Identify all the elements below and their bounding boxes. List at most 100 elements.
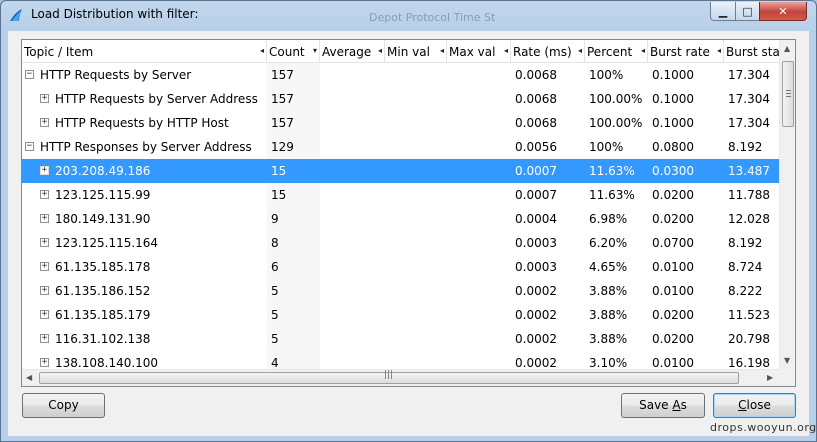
cell-burst-start: 17.304: [728, 92, 770, 106]
cell-count: 157: [271, 92, 294, 106]
save-as-mnemonic: A: [672, 398, 681, 412]
cell-rate: 0.0068: [515, 68, 557, 82]
sort-indicator-icon: ◂: [439, 46, 444, 55]
table-row[interactable]: +61.135.186.152 5 0.0002 3.88% 0.0100 8.222: [22, 279, 779, 303]
column-header-percent[interactable]: Percent ◂: [585, 40, 648, 62]
column-header-label: Rate (ms): [513, 45, 572, 59]
expand-icon[interactable]: +: [40, 334, 49, 343]
cell-burst-start: 12.028: [728, 212, 770, 226]
cell-max: [451, 303, 511, 327]
cell-min: [389, 255, 447, 279]
stats-tree-table[interactable]: Topic / Item ◂ Count ▾ Average ◂ Min val ◂ Max v…: [21, 39, 796, 387]
wireshark-fin-icon: [10, 9, 22, 21]
close-window-button[interactable]: ✕: [759, 2, 807, 21]
cell-min: [389, 327, 447, 351]
scroll-left-arrow-icon[interactable]: ◀: [26, 373, 32, 382]
cell-count: 15: [271, 188, 287, 202]
horizontal-scrollbar[interactable]: ◀ ||| ▶: [22, 369, 779, 386]
table-row[interactable]: +123.125.115.99 15 0.0007 11.63% 0.0200 11.78…: [22, 183, 779, 207]
table-row[interactable]: +116.31.102.138 5 0.0002 3.88% 0.0200 20.798: [22, 327, 779, 351]
cell-percent: 6.98%: [589, 212, 628, 226]
cell-max: [451, 87, 511, 111]
save-as-button[interactable]: Save As: [621, 393, 705, 418]
expand-icon[interactable]: +: [40, 310, 49, 319]
cell-max: [451, 327, 511, 351]
cell-count: 157: [271, 68, 294, 82]
column-header-burst-start[interactable]: Burst start: [724, 40, 784, 62]
vertical-scroll-thumb[interactable]: [782, 61, 794, 127]
cell-percent: 3.88%: [589, 308, 628, 322]
cell-count: 9: [271, 212, 279, 226]
cell-average: [324, 327, 385, 351]
expand-icon[interactable]: +: [40, 358, 49, 367]
close-button[interactable]: Close: [713, 393, 796, 418]
table-row[interactable]: + HTTP Requests by HTTP Host 157 0.0068 100.…: [22, 111, 779, 135]
column-header-label: Percent: [587, 45, 633, 59]
cell-average: [324, 231, 385, 255]
cell-topic: HTTP Requests by Server: [40, 68, 192, 82]
horizontal-scroll-thumb[interactable]: |||: [39, 370, 739, 384]
column-header-max[interactable]: Max val ◂: [447, 40, 511, 62]
table-row[interactable]: − HTTP Requests by Server 157 0.0068 100% 0.1…: [22, 63, 779, 87]
cell-burst-start: 17.304: [728, 68, 770, 82]
minimize-icon: ▁: [718, 4, 728, 18]
cell-burst-rate: 0.1000: [652, 92, 694, 106]
cell-burst-rate: 0.0800: [652, 140, 694, 154]
window-title: Load Distribution with filter:: [31, 7, 199, 21]
sort-indicator-icon: ◂: [377, 46, 382, 55]
column-header-burst-rate[interactable]: Burst rate ◂: [648, 40, 724, 62]
table-row[interactable]: +123.125.115.164 8 0.0003 6.20% 0.0700 8.192: [22, 231, 779, 255]
cell-average: [324, 183, 385, 207]
sort-indicator-icon: ◂: [640, 46, 645, 55]
expand-icon[interactable]: +: [40, 238, 49, 247]
table-row[interactable]: + HTTP Requests by Server Address 157 0.006…: [22, 87, 779, 111]
expand-icon[interactable]: +: [40, 94, 49, 103]
table-row[interactable]: − HTTP Responses by Server Address 129 0.00…: [22, 135, 779, 159]
title-bar[interactable]: Load Distribution with filter: Depot Pro…: [1, 1, 816, 31]
cell-burst-start: 17.304: [728, 116, 770, 130]
cell-count: 15: [271, 164, 287, 178]
expand-icon[interactable]: +: [40, 214, 49, 223]
column-header-min[interactable]: Min val ◂: [385, 40, 447, 62]
collapse-icon[interactable]: −: [25, 142, 34, 151]
table-row[interactable]: +180.149.131.90 9 0.0004 6.98% 0.0200 12.028: [22, 207, 779, 231]
vertical-scrollbar[interactable]: ▲ ▼: [779, 40, 795, 369]
expand-icon[interactable]: +: [40, 286, 49, 295]
scroll-down-arrow-icon[interactable]: ▼: [784, 356, 790, 365]
copy-button[interactable]: Copy: [22, 393, 105, 418]
sort-indicator-icon: ◂: [503, 46, 508, 55]
table-row[interactable]: +61.135.185.179 5 0.0002 3.88% 0.0200 11.523: [22, 303, 779, 327]
cell-average: [324, 303, 385, 327]
column-header-rate[interactable]: Rate (ms) ◂: [511, 40, 585, 62]
cell-burst-rate: 0.0700: [652, 236, 694, 250]
column-header-topic[interactable]: Topic / Item ◂: [22, 40, 267, 62]
cell-burst-rate: 0.0300: [652, 164, 694, 178]
cell-percent: 11.63%: [589, 188, 635, 202]
minimize-button[interactable]: ▁: [710, 2, 736, 21]
maximize-button[interactable]: □: [735, 2, 760, 21]
collapse-icon[interactable]: −: [25, 70, 34, 79]
cell-percent: 3.88%: [589, 284, 628, 298]
cell-min: [389, 231, 447, 255]
cell-burst-start: 11.788: [728, 188, 770, 202]
column-header-label: Topic / Item: [24, 45, 94, 59]
expand-icon[interactable]: +: [40, 166, 49, 175]
table-row[interactable]: +203.208.49.186 15 0.0007 11.63% 0.0300 13.48…: [22, 159, 779, 183]
expand-icon[interactable]: +: [40, 118, 49, 127]
column-header-average[interactable]: Average ◂: [320, 40, 385, 62]
cell-max: [451, 111, 511, 135]
cell-count: 157: [271, 116, 294, 130]
cell-min: [389, 303, 447, 327]
table-row[interactable]: +61.135.185.178 6 0.0003 4.65% 0.0100 8.724: [22, 255, 779, 279]
scroll-up-arrow-icon[interactable]: ▲: [784, 44, 790, 53]
expand-icon[interactable]: +: [40, 262, 49, 271]
expand-icon[interactable]: +: [40, 190, 49, 199]
close-icon: ✕: [778, 4, 788, 18]
cell-rate: 0.0004: [515, 212, 557, 226]
cell-topic: 61.135.186.152: [55, 284, 151, 298]
cell-count: 8: [271, 236, 279, 250]
column-header-count[interactable]: Count ▾: [267, 40, 320, 62]
scroll-right-arrow-icon[interactable]: ▶: [767, 373, 773, 382]
cell-average: [324, 87, 385, 111]
column-header-label: Burst rate: [650, 45, 710, 59]
